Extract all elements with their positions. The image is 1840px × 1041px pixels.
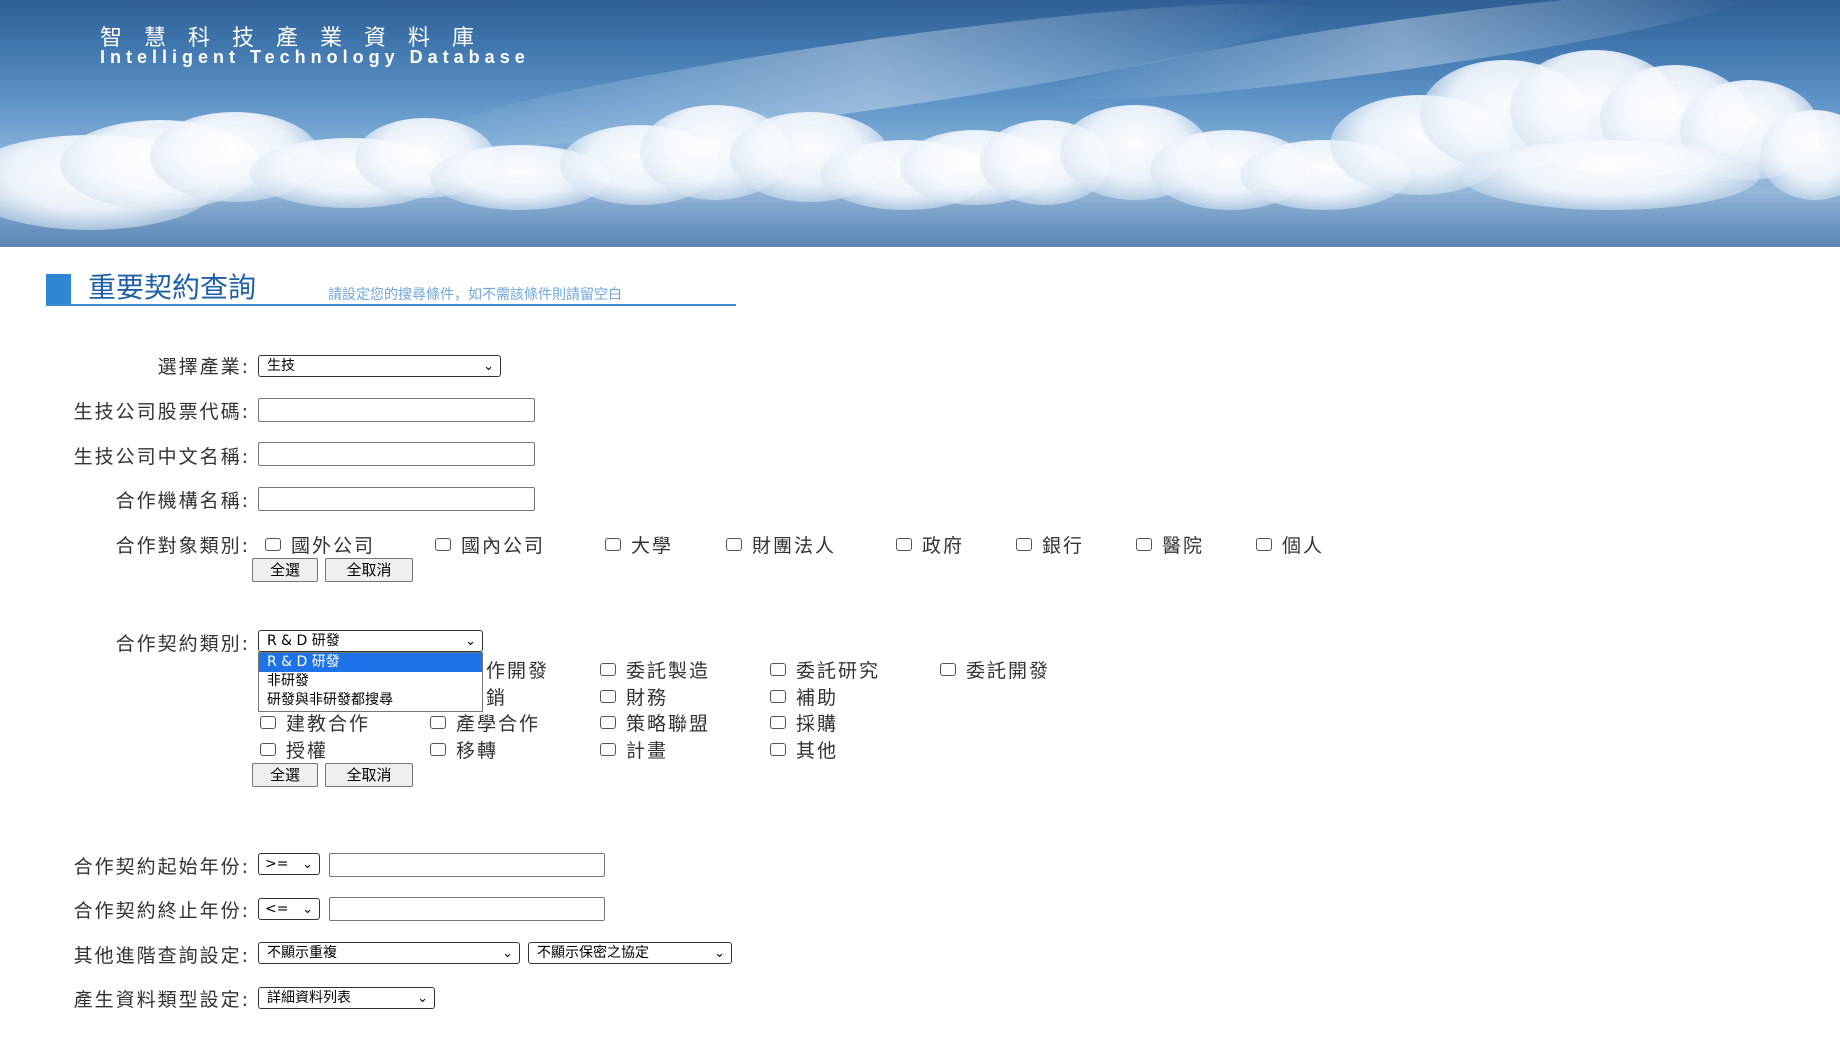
checkbox[interactable] <box>430 716 446 729</box>
checkbox[interactable] <box>600 743 616 756</box>
stock-code-input[interactable] <box>258 398 535 422</box>
output-type-value: 詳細資料列表 <box>267 990 351 1006</box>
contract-option[interactable]: 策略聯盟 <box>600 709 710 736</box>
contract-option[interactable]: 委託研究 <box>770 656 880 683</box>
chevron-down-icon: ⌄ <box>483 359 494 374</box>
duplicate-filter-value: 不顯示重複 <box>267 945 337 961</box>
contract-option[interactable]: 銷 <box>486 683 507 710</box>
checkbox[interactable] <box>260 743 276 756</box>
checkbox[interactable] <box>260 716 276 729</box>
page-heading: 重要契約查詢 請設定您的搜尋條件，如不需該條件則請留空白 <box>46 272 736 306</box>
chevron-down-icon: ⌄ <box>302 857 313 872</box>
contract-deselect-all-button[interactable]: 全取消 <box>325 763 413 787</box>
header-banner: 智慧科技產業資料庫 Intelligent Technology Databas… <box>0 0 1840 247</box>
contract-type-dropdown-list: R & D 研發 非研發 研發與非研發都搜尋 <box>258 652 483 712</box>
output-type-label: 產生資料類型設定: <box>73 989 250 1011</box>
partner-type-option[interactable]: 銀行 <box>1016 531 1084 558</box>
partner-type-option[interactable]: 財團法人 <box>726 531 836 558</box>
contract-type-select[interactable]: R & D 研發 ⌄ <box>258 630 483 652</box>
checkbox[interactable] <box>770 663 786 676</box>
checkbox[interactable] <box>770 690 786 703</box>
partner-type-option[interactable]: 大學 <box>605 531 673 558</box>
partner-type-option[interactable]: 國外公司 <box>265 531 375 558</box>
end-year-input[interactable] <box>329 897 605 921</box>
partner-type-option[interactable]: 個人 <box>1256 531 1324 558</box>
checkbox[interactable] <box>1136 538 1152 551</box>
heading-marker <box>46 274 71 304</box>
checkbox[interactable] <box>600 663 616 676</box>
partner-type-label: 合作對象類別: <box>115 535 250 557</box>
industry-label: 選擇產業: <box>157 356 250 378</box>
confidential-filter-select[interactable]: 不顯示保密之協定 ⌄ <box>528 942 732 964</box>
checkbox[interactable] <box>600 716 616 729</box>
industry-select-value: 生技 <box>267 358 295 374</box>
start-year-label: 合作契約起始年份: <box>73 856 250 878</box>
contract-option[interactable]: 其他 <box>770 736 838 763</box>
start-year-operator-value: >= <box>265 856 289 872</box>
partner-name-label: 合作機構名稱: <box>115 490 250 512</box>
contract-option[interactable]: 授權 <box>260 736 328 763</box>
contract-option[interactable]: 產學合作 <box>430 709 540 736</box>
end-year-label: 合作契約終止年份: <box>73 900 250 922</box>
banner-title-en: Intelligent Technology Database <box>100 47 530 67</box>
chevron-down-icon: ⌄ <box>714 946 725 961</box>
dropdown-option[interactable]: R & D 研發 <box>259 653 482 672</box>
contract-type-select-value: R & D 研發 <box>267 633 340 649</box>
partner-name-input[interactable] <box>258 487 535 511</box>
checkbox[interactable] <box>1016 538 1032 551</box>
contract-option[interactable]: 委託開發 <box>940 656 1050 683</box>
dropdown-option[interactable]: 非研發 <box>259 672 482 691</box>
checkbox[interactable] <box>1256 538 1272 551</box>
contract-option[interactable]: 委託製造 <box>600 656 710 683</box>
output-type-select[interactable]: 詳細資料列表 ⌄ <box>258 987 435 1009</box>
dropdown-option[interactable]: 研發與非研發都搜尋 <box>259 691 482 710</box>
checkbox[interactable] <box>770 716 786 729</box>
page-title: 重要契約查詢 <box>88 271 257 304</box>
start-year-operator-select[interactable]: >= ⌄ <box>258 853 320 875</box>
industry-select[interactable]: 生技 ⌄ <box>258 355 501 377</box>
partner-type-option[interactable]: 國內公司 <box>435 531 545 558</box>
chevron-down-icon: ⌄ <box>465 634 476 649</box>
checkbox[interactable] <box>600 690 616 703</box>
company-name-label: 生技公司中文名稱: <box>73 446 250 468</box>
chevron-down-icon: ⌄ <box>302 902 313 917</box>
end-year-operator-value: <= <box>265 901 289 917</box>
chevron-down-icon: ⌄ <box>417 991 428 1006</box>
checkbox[interactable] <box>430 743 446 756</box>
checkbox[interactable] <box>896 538 912 551</box>
page-hint: 請設定您的搜尋條件，如不需該條件則請留空白 <box>328 287 622 303</box>
start-year-input[interactable] <box>329 853 605 877</box>
contract-option[interactable]: 計畫 <box>600 736 668 763</box>
contract-type-label: 合作契約類別: <box>115 633 250 655</box>
chevron-down-icon: ⌄ <box>502 946 513 961</box>
company-name-input[interactable] <box>258 442 535 466</box>
contract-option[interactable]: 補助 <box>770 683 838 710</box>
duplicate-filter-select[interactable]: 不顯示重複 ⌄ <box>258 942 520 964</box>
contract-option[interactable]: 建教合作 <box>260 709 370 736</box>
advanced-label: 其他進階查詢設定: <box>73 945 250 967</box>
end-year-operator-select[interactable]: <= ⌄ <box>258 898 320 920</box>
contract-select-all-button[interactable]: 全選 <box>252 763 318 787</box>
checkbox[interactable] <box>265 538 281 551</box>
partner-type-option[interactable]: 醫院 <box>1136 531 1204 558</box>
stock-code-label: 生技公司股票代碼: <box>73 401 250 423</box>
checkbox[interactable] <box>940 663 956 676</box>
partner-deselect-all-button[interactable]: 全取消 <box>325 558 413 582</box>
checkbox[interactable] <box>770 743 786 756</box>
partner-select-all-button[interactable]: 全選 <box>252 558 318 582</box>
confidential-filter-value: 不顯示保密之協定 <box>537 945 649 961</box>
contract-option[interactable]: 採購 <box>770 709 838 736</box>
checkbox[interactable] <box>605 538 621 551</box>
checkbox[interactable] <box>726 538 742 551</box>
contract-option[interactable]: 財務 <box>600 683 668 710</box>
contract-option[interactable]: 移轉 <box>430 736 498 763</box>
checkbox[interactable] <box>435 538 451 551</box>
partner-type-option[interactable]: 政府 <box>896 531 964 558</box>
contract-option[interactable]: 作開發 <box>486 656 549 683</box>
